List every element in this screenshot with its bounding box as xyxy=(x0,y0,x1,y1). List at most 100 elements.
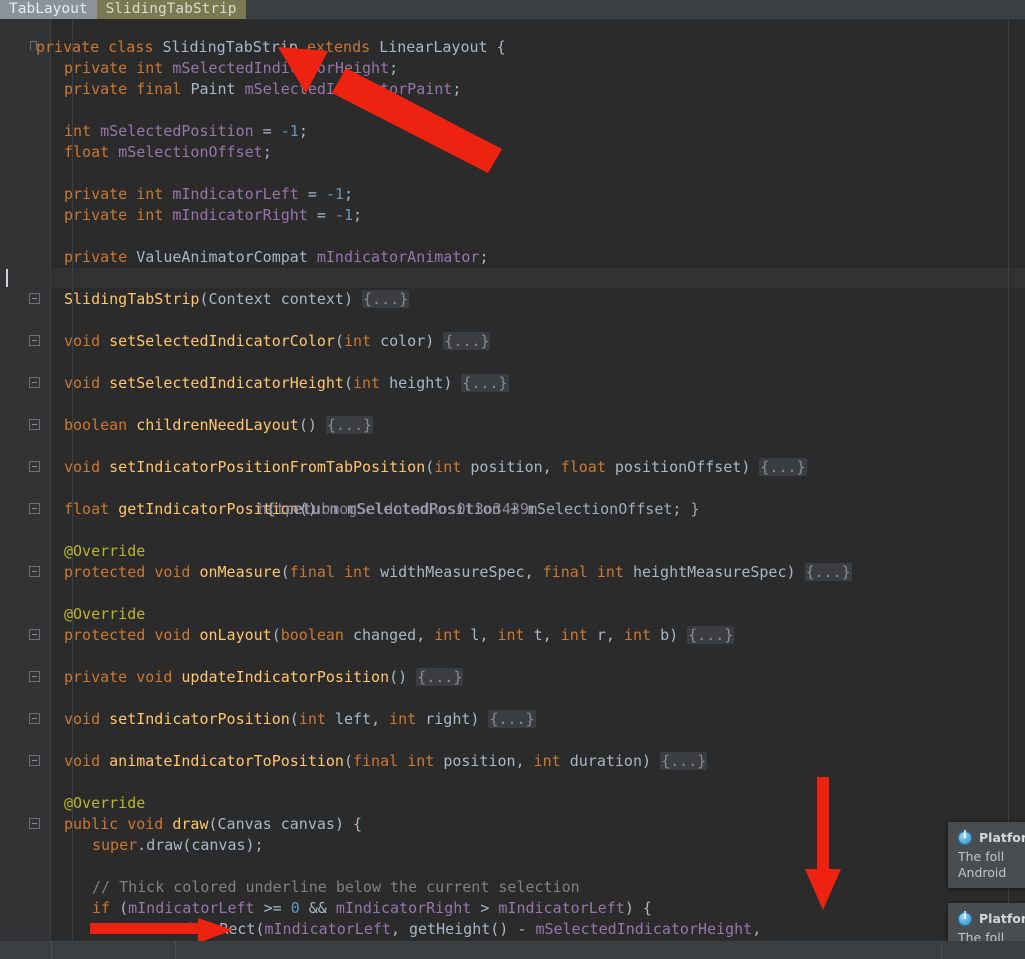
code-token: positionOffset xyxy=(614,458,742,476)
code-line: protected void onMeasure(final int width… xyxy=(64,562,852,583)
code-token: mIndicatorLeft xyxy=(498,899,625,917)
code-line: private void updateIndicatorPosition() {… xyxy=(64,667,464,688)
code-token: , xyxy=(390,920,409,938)
code-token: int xyxy=(434,458,471,476)
code-token: final xyxy=(542,563,597,581)
folded-block-placeholder[interactable]: {...} xyxy=(325,416,374,434)
code-token: ; xyxy=(389,59,399,77)
folded-block-placeholder[interactable]: {...} xyxy=(443,332,491,350)
fold-toggle-icon[interactable] xyxy=(29,755,40,766)
folded-block-placeholder[interactable]: {...} xyxy=(660,752,708,770)
folded-block-placeholder[interactable]: {...} xyxy=(804,563,852,581)
code-token: () - xyxy=(490,920,536,938)
code-token: private xyxy=(64,668,137,686)
code-token: && xyxy=(299,899,336,917)
code-token: ( xyxy=(343,374,353,392)
code-token: widthMeasureSpec xyxy=(380,563,525,581)
code-token: int xyxy=(136,59,173,77)
code-token: private xyxy=(64,185,137,203)
code-token: left xyxy=(334,710,372,728)
code-token: ) xyxy=(425,332,444,350)
breadcrumb-label: SlidingTabStrip xyxy=(105,1,237,17)
code-token: int xyxy=(560,626,597,644)
code-token: onLayout xyxy=(199,626,272,644)
code-token: setIndicatorPositionFromTabPosition xyxy=(109,458,426,476)
code-token: > xyxy=(471,899,499,917)
fold-toggle-icon[interactable] xyxy=(29,419,40,430)
code-line: protected void onLayout(boolean changed,… xyxy=(64,625,735,646)
code-token: () xyxy=(298,416,326,434)
notification-toast-1[interactable]: Platform The foll Android xyxy=(948,822,1025,888)
code-token: protected xyxy=(64,563,155,581)
toast-header: Platform xyxy=(958,911,1025,926)
code-token: setSelectedIndicatorColor xyxy=(109,332,335,350)
code-token: class xyxy=(108,38,163,56)
code-token: SlidingTabStrip xyxy=(162,38,307,56)
folded-block-placeholder[interactable]: {...} xyxy=(687,626,735,644)
fold-toggle-icon[interactable] xyxy=(29,671,40,682)
code-token: ; xyxy=(353,206,363,224)
fold-toggle-icon[interactable] xyxy=(29,566,40,577)
fold-toggle-icon[interactable] xyxy=(29,293,40,304)
folded-block-placeholder[interactable]: {...} xyxy=(488,710,536,728)
code-token: ( xyxy=(182,836,192,854)
code-token: int xyxy=(353,374,390,392)
code-token: animateIndicatorToPosition xyxy=(109,752,344,770)
code-token: void xyxy=(154,626,200,644)
breadcrumb-item-slidingtabstrip[interactable]: SlidingTabStrip xyxy=(96,0,246,19)
code-token: ) xyxy=(470,710,489,728)
code-token: ) xyxy=(443,374,462,392)
code-token: float xyxy=(64,143,119,161)
code-token: duration xyxy=(569,752,642,770)
fold-toggle-icon[interactable] xyxy=(29,503,40,514)
code-token: onMeasure xyxy=(199,563,281,581)
folded-block-placeholder[interactable]: {...} xyxy=(362,290,410,308)
code-token: super xyxy=(92,836,138,854)
code-token: ( xyxy=(199,290,209,308)
code-token: boolean xyxy=(280,626,353,644)
code-editor[interactable]: private class SlidingTabStrip extends Li… xyxy=(0,19,1025,941)
info-icon xyxy=(958,830,972,845)
code-token: position xyxy=(443,752,516,770)
folded-block-placeholder[interactable]: {...} xyxy=(416,668,464,686)
code-token: mSelectedIndicatorPaint xyxy=(244,80,453,98)
code-line: // Thick colored underline below the cur… xyxy=(92,877,580,898)
code-line: private int mIndicatorRight = -1; xyxy=(64,205,362,226)
notification-toast-2[interactable]: Platform The foll xyxy=(948,903,1025,941)
fold-toggle-icon[interactable] xyxy=(29,629,40,640)
fold-toggle-icon[interactable] xyxy=(29,713,40,724)
code-token: final xyxy=(353,752,408,770)
folded-block-placeholder[interactable]: {...} xyxy=(461,374,509,392)
code-line: void setSelectedIndicatorColor(int color… xyxy=(64,331,491,352)
code-token: mIndicatorLeft xyxy=(264,920,391,938)
code-token: , xyxy=(605,626,624,644)
toast-line-2: Android xyxy=(958,865,1007,880)
code-token: void xyxy=(127,815,173,833)
code-token: void xyxy=(64,332,110,350)
breadcrumb-item-tablayout[interactable]: TabLayout xyxy=(0,0,97,19)
code-token: . xyxy=(137,836,147,854)
fold-toggle-icon[interactable] xyxy=(29,818,40,829)
code-token: -1 xyxy=(325,185,344,203)
fold-toggle-icon[interactable] xyxy=(29,335,40,346)
toast-title: Platform xyxy=(979,830,1025,845)
code-token: , xyxy=(416,626,435,644)
code-token: mIndicatorAnimator xyxy=(316,248,480,266)
code-token: , xyxy=(542,626,561,644)
code-folding-strip[interactable] xyxy=(26,19,50,941)
toast-line-1: The foll xyxy=(958,930,1005,941)
code-token: . xyxy=(174,920,184,938)
folded-block-placeholder[interactable]: {...} xyxy=(759,458,807,476)
fold-toggle-icon[interactable] xyxy=(29,377,40,388)
fold-toggle-icon[interactable] xyxy=(29,461,40,472)
toast-title: Platform xyxy=(979,911,1025,926)
code-line: @Override xyxy=(64,604,145,625)
code-text[interactable]: private class SlidingTabStrip extends Li… xyxy=(36,19,1025,941)
code-token: int xyxy=(136,206,173,224)
breadcrumb: TabLayout SlidingTabStrip xyxy=(0,0,1025,19)
code-token: extends xyxy=(306,38,380,56)
code-token: boolean xyxy=(64,416,137,434)
code-token: canvas xyxy=(191,836,246,854)
code-line: private class SlidingTabStrip extends Li… xyxy=(36,37,506,58)
code-token: private xyxy=(64,248,137,266)
